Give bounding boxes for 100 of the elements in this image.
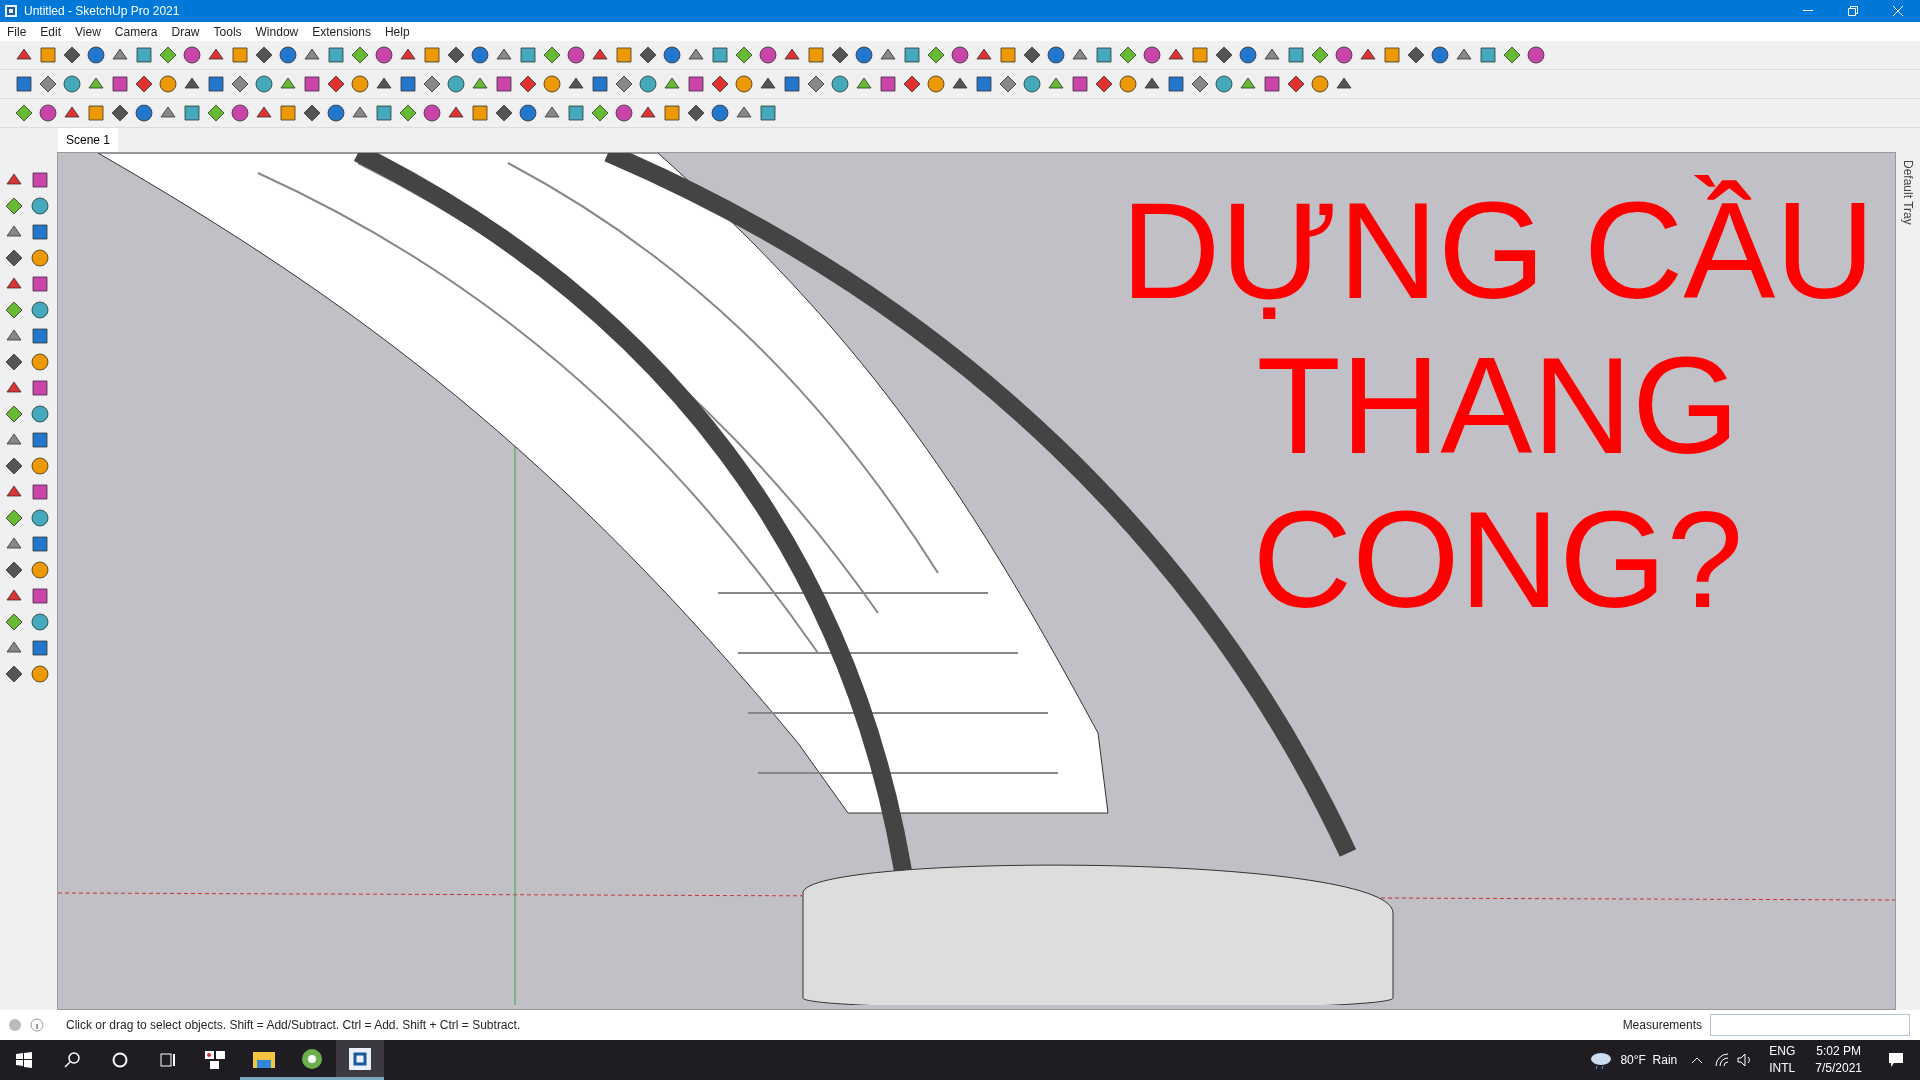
wifi-icon[interactable] bbox=[1715, 1053, 1730, 1067]
tool-icon[interactable] bbox=[1286, 45, 1306, 65]
tool-icon[interactable] bbox=[926, 74, 946, 94]
tool-icon[interactable] bbox=[758, 45, 778, 65]
tool-icon[interactable] bbox=[446, 45, 466, 65]
tool-icon[interactable] bbox=[1526, 45, 1546, 65]
tool-icon[interactable] bbox=[326, 74, 346, 94]
tool-icon[interactable] bbox=[830, 45, 850, 65]
tool-icon[interactable] bbox=[14, 103, 34, 123]
measurements-field[interactable] bbox=[1710, 1014, 1910, 1036]
tool-icon[interactable] bbox=[30, 248, 50, 268]
tool-icon[interactable] bbox=[422, 74, 442, 94]
tool-icon[interactable] bbox=[4, 404, 24, 424]
menu-item[interactable]: Camera bbox=[107, 22, 165, 41]
tool-icon[interactable] bbox=[230, 103, 250, 123]
tool-icon[interactable] bbox=[30, 222, 50, 242]
tool-icon[interactable] bbox=[134, 74, 154, 94]
tool-icon[interactable] bbox=[374, 103, 394, 123]
tool-icon[interactable] bbox=[1334, 45, 1354, 65]
tool-icon[interactable] bbox=[30, 326, 50, 346]
tool-icon[interactable] bbox=[62, 74, 82, 94]
tool-icon[interactable] bbox=[782, 74, 802, 94]
tool-icon[interactable] bbox=[614, 103, 634, 123]
tool-icon[interactable] bbox=[30, 456, 50, 476]
tool-icon[interactable] bbox=[806, 45, 826, 65]
tool-icon[interactable] bbox=[1142, 45, 1162, 65]
info-icon[interactable] bbox=[30, 1018, 44, 1032]
tool-icon[interactable] bbox=[206, 103, 226, 123]
tool-icon[interactable] bbox=[1070, 74, 1090, 94]
tool-icon[interactable] bbox=[278, 45, 298, 65]
tool-icon[interactable] bbox=[30, 404, 50, 424]
tool-icon[interactable] bbox=[806, 74, 826, 94]
tool-icon[interactable] bbox=[38, 103, 58, 123]
tool-icon[interactable] bbox=[1094, 45, 1114, 65]
tool-icon[interactable] bbox=[110, 103, 130, 123]
tool-icon[interactable] bbox=[1310, 74, 1330, 94]
tool-icon[interactable] bbox=[446, 74, 466, 94]
tool-icon[interactable] bbox=[1406, 45, 1426, 65]
menu-item[interactable]: Tools bbox=[206, 22, 249, 41]
tool-icon[interactable] bbox=[1046, 45, 1066, 65]
tool-icon[interactable] bbox=[4, 508, 24, 528]
tool-icon[interactable] bbox=[4, 352, 24, 372]
tool-icon[interactable] bbox=[518, 74, 538, 94]
tool-icon[interactable] bbox=[30, 560, 50, 580]
tool-icon[interactable] bbox=[878, 74, 898, 94]
tool-icon[interactable] bbox=[518, 103, 538, 123]
tool-icon[interactable] bbox=[566, 45, 586, 65]
menu-item[interactable]: Draw bbox=[164, 22, 207, 41]
tool-icon[interactable] bbox=[542, 74, 562, 94]
tool-icon[interactable] bbox=[254, 74, 274, 94]
tool-icon[interactable] bbox=[494, 74, 514, 94]
tool-icon[interactable] bbox=[758, 103, 778, 123]
tool-icon[interactable] bbox=[710, 103, 730, 123]
tool-icon[interactable] bbox=[422, 45, 442, 65]
tool-icon[interactable] bbox=[734, 45, 754, 65]
tool-icon[interactable] bbox=[30, 378, 50, 398]
tool-icon[interactable] bbox=[470, 103, 490, 123]
tool-icon[interactable] bbox=[590, 103, 610, 123]
tool-icon[interactable] bbox=[1118, 74, 1138, 94]
tool-icon[interactable] bbox=[686, 74, 706, 94]
tool-icon[interactable] bbox=[1214, 45, 1234, 65]
tool-icon[interactable] bbox=[4, 456, 24, 476]
tool-icon[interactable] bbox=[1022, 74, 1042, 94]
scene-tab[interactable]: Scene 1 bbox=[58, 128, 119, 152]
tool-icon[interactable] bbox=[1262, 74, 1282, 94]
tool-icon[interactable] bbox=[686, 103, 706, 123]
tool-icon[interactable] bbox=[470, 45, 490, 65]
tool-icon[interactable] bbox=[1430, 45, 1450, 65]
tool-icon[interactable] bbox=[902, 45, 922, 65]
tool-icon[interactable] bbox=[38, 45, 58, 65]
tool-icon[interactable] bbox=[1478, 45, 1498, 65]
tool-icon[interactable] bbox=[110, 74, 130, 94]
tool-icon[interactable] bbox=[230, 74, 250, 94]
tool-icon[interactable] bbox=[614, 74, 634, 94]
tool-icon[interactable] bbox=[326, 45, 346, 65]
tool-icon[interactable] bbox=[158, 74, 178, 94]
tool-icon[interactable] bbox=[206, 74, 226, 94]
tool-icon[interactable] bbox=[4, 196, 24, 216]
menu-item[interactable]: Window bbox=[248, 22, 306, 41]
tool-icon[interactable] bbox=[710, 74, 730, 94]
menu-item[interactable]: Extensions bbox=[305, 22, 378, 41]
tool-icon[interactable] bbox=[1382, 45, 1402, 65]
tool-icon[interactable] bbox=[278, 103, 298, 123]
tool-icon[interactable] bbox=[566, 103, 586, 123]
tool-icon[interactable] bbox=[638, 74, 658, 94]
tool-icon[interactable] bbox=[662, 103, 682, 123]
tool-icon[interactable] bbox=[30, 170, 50, 190]
tool-icon[interactable] bbox=[830, 74, 850, 94]
clock[interactable]: 5:02 PM 7/5/2021 bbox=[1815, 1043, 1862, 1077]
tool-icon[interactable] bbox=[302, 74, 322, 94]
weather-text[interactable]: 80°F Rain bbox=[1620, 1051, 1678, 1069]
tool-icon[interactable] bbox=[1310, 45, 1330, 65]
tool-icon[interactable] bbox=[230, 45, 250, 65]
tool-icon[interactable] bbox=[4, 664, 24, 684]
menu-item[interactable]: File bbox=[0, 22, 34, 41]
tool-icon[interactable] bbox=[30, 196, 50, 216]
tool-icon[interactable] bbox=[30, 638, 50, 658]
tool-icon[interactable] bbox=[1286, 74, 1306, 94]
tool-icon[interactable] bbox=[926, 45, 946, 65]
chevron-up-icon[interactable] bbox=[1691, 1056, 1704, 1064]
